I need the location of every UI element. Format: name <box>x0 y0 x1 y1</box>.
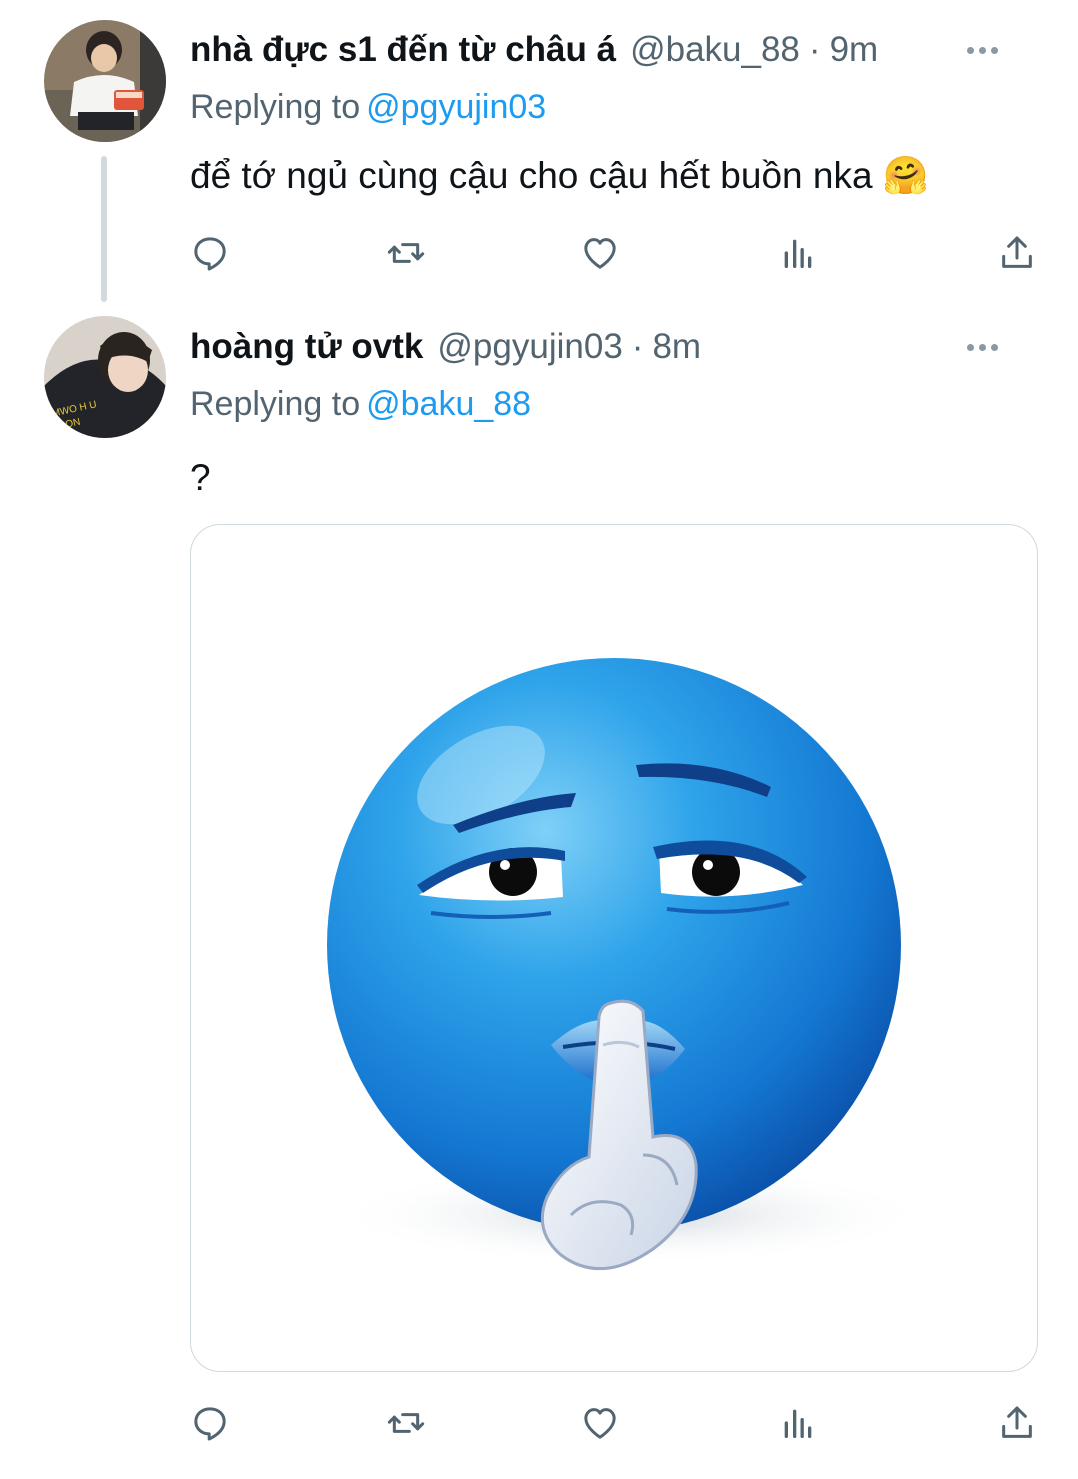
username[interactable]: @pgyujin03 <box>437 327 622 367</box>
display-name[interactable]: hoàng tử ovtk <box>190 327 423 367</box>
display-name[interactable]: nhà đực s1 đến từ châu á <box>190 30 616 70</box>
username[interactable]: @baku_88 <box>630 30 800 70</box>
reply-icon[interactable] <box>188 1400 232 1446</box>
mention-link[interactable]: @pgyujin03 <box>366 88 546 126</box>
replying-to-label: Replying to <box>190 385 361 423</box>
tweet-header: nhà đực s1 đến từ châu á @baku_88 · 9m <box>190 25 1038 75</box>
more-options-icon[interactable] <box>967 25 998 75</box>
tweet-body: để tớ ngủ cùng cậu cho cậu hết buồn nka <box>190 155 873 196</box>
mention-link[interactable]: @baku_88 <box>366 385 531 423</box>
more-options-icon[interactable] <box>967 322 998 372</box>
reply-icon[interactable] <box>188 230 232 276</box>
like-icon[interactable] <box>578 1400 622 1446</box>
analytics-icon[interactable] <box>776 230 820 276</box>
tweet-header: hoàng tử ovtk @pgyujin03 · 8m <box>190 322 1038 372</box>
timestamp[interactable]: 8m <box>652 327 701 367</box>
tweet-text: để tớ ngủ cùng cậu cho cậu hết buồn nka … <box>190 155 929 198</box>
thread-line <box>101 156 107 302</box>
analytics-icon[interactable] <box>776 1400 820 1446</box>
tweet-media-image[interactable] <box>190 524 1038 1372</box>
tweet-1[interactable]: nhà đực s1 đến từ châu á @baku_88 · 9m R… <box>0 0 1078 302</box>
hugging-face-emoji: 🤗 <box>882 155 929 196</box>
like-icon[interactable] <box>578 230 622 276</box>
replying-to: Replying to @pgyujin03 <box>190 88 546 127</box>
replying-to: Replying to @baku_88 <box>190 385 531 424</box>
replying-to-label: Replying to <box>190 88 361 126</box>
separator-dot: · <box>808 30 821 69</box>
avatar[interactable] <box>44 20 166 142</box>
avatar[interactable]: MWO H U ON <box>44 316 166 438</box>
action-bar <box>188 1400 1043 1446</box>
retweet-icon[interactable] <box>384 230 428 276</box>
tweet-body: ? <box>190 457 211 498</box>
share-icon[interactable] <box>995 1400 1039 1446</box>
tweet-2[interactable]: MWO H U ON hoàng tử ovtk @pgyujin03 · 8m… <box>0 300 1078 1479</box>
timestamp[interactable]: 9m <box>830 30 879 70</box>
action-bar <box>188 230 1043 276</box>
tweet-text: ? <box>190 457 211 499</box>
retweet-icon[interactable] <box>384 1400 428 1446</box>
shushing-face-image <box>327 658 931 1271</box>
separator-dot: · <box>631 327 644 366</box>
share-icon[interactable] <box>995 230 1039 276</box>
